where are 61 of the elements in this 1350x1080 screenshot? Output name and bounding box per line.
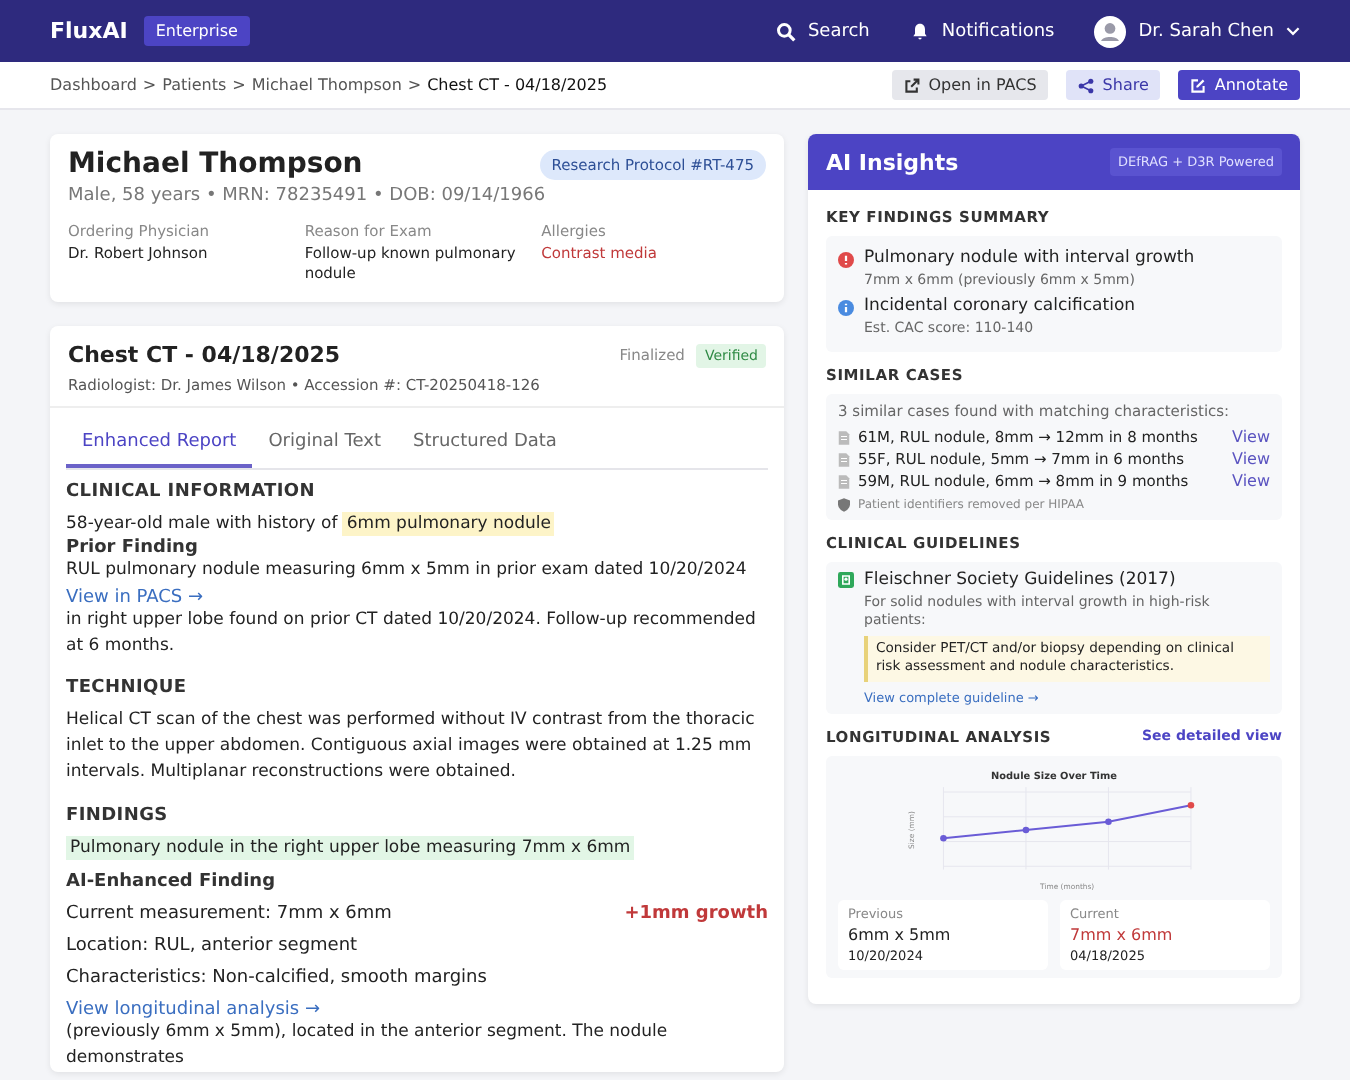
report-tab[interactable]: Original Text [252, 420, 397, 469]
technique-text: Helical CT scan of the chest was performed without IV contrast from the thoracic inlet to the upper abdomen. Contiguous axial images were obtained at 1.25 mm intervals. Multiplanar reconstructions were obtained. [66, 708, 757, 785]
info-icon [838, 300, 854, 316]
chevron-down-icon[interactable] [1286, 26, 1300, 36]
clinical-text: 58-year-old male with history of [66, 514, 338, 535]
view-link[interactable]: View [1232, 450, 1270, 468]
breadcrumb-separator: > [232, 76, 246, 94]
exam-title: Chest CT - 04/18/2025 [68, 342, 341, 369]
avatar-icon[interactable] [1094, 15, 1127, 47]
document-icon [838, 473, 850, 489]
clinical-text: in right upper lobe found on prior CT dated 10/20/2024. Follow-up recommended at 6 months. [66, 607, 758, 659]
patient-demographics: Male, 58 years • MRN: 78235491 • DOB: 09/14/1966 [68, 186, 548, 206]
insights-title: AI Insights [826, 149, 959, 175]
subheading: Prior Finding [66, 538, 200, 558]
share-icon [1078, 77, 1095, 93]
notifications-link[interactable]: Notifications [941, 21, 1055, 41]
breadcrumb-link[interactable]: Patients [162, 76, 227, 94]
document-icon [838, 429, 850, 445]
breadcrumb-separator: > [407, 76, 422, 94]
key-finding-title: Incidental coronary calcification [864, 296, 1136, 316]
measurement-value: 7mm x 6mm [1070, 925, 1175, 944]
longitudinal-analysis-link[interactable]: View longitudinal analysis → [66, 1000, 768, 1021]
subheading: AI-Enhanced Finding [66, 872, 278, 893]
edition-badge: Enterprise [143, 16, 250, 46]
brand-logo[interactable]: FluxAI [50, 18, 128, 44]
findings-text: (previously 6mm x 5mm), located in the anterior segment. The nodule demonstrates [66, 1020, 670, 1072]
growth-label: +1mm growth [624, 904, 768, 925]
prior-finding-text: RUL pulmonary nodule measuring 6mm x 5mm in prior exam dated 10/20/2024 [66, 558, 749, 584]
shield-icon [838, 498, 850, 512]
view-in-pacs-link[interactable]: View in PACS → [66, 587, 768, 608]
breadcrumb-separator: > [142, 76, 157, 94]
breadcrumb-link[interactable]: Dashboard [50, 76, 137, 94]
key-finding-title: Pulmonary nodule with interval growth [864, 248, 1195, 268]
section-heading: FINDINGS [66, 805, 170, 825]
section-heading: CLINICAL INFORMATION [66, 482, 318, 503]
book-icon [838, 572, 854, 588]
action-button[interactable]: Annotate [1178, 70, 1300, 100]
edit-icon [1190, 77, 1207, 93]
external-link-icon [904, 77, 921, 93]
bell-icon[interactable] [909, 21, 930, 41]
section-heading: TECHNIQUE [66, 678, 189, 699]
highlighted-text: Pulmonary nodule in the right upper lobe measuring 7mm x 6mm [66, 835, 635, 859]
user-menu[interactable]: Dr. Sarah Chen [1138, 21, 1274, 41]
document-icon [838, 451, 850, 467]
finding-text: Characteristics: Non-calcified, smooth margins [66, 968, 487, 989]
view-link[interactable]: View [1232, 428, 1270, 446]
finding-text: Location: RUL, anterior segment [66, 936, 358, 957]
finding-text: Current measurement: 7mm x 6mm [66, 904, 392, 925]
guideline-title: Fleischner Society Guidelines (2017) [864, 570, 1176, 590]
patient-name: Michael Thompson [68, 148, 363, 180]
breadcrumb-link[interactable]: Michael Thompson [251, 76, 402, 94]
measurement-value: 6mm x 5mm [848, 925, 953, 944]
search-icon[interactable] [775, 21, 796, 41]
alert-icon [838, 252, 854, 268]
report-tab[interactable]: Structured Data [397, 420, 573, 469]
action-button[interactable]: Share [1066, 70, 1161, 100]
action-button[interactable]: Open in PACS [892, 70, 1049, 100]
report-tab[interactable]: Enhanced Report [66, 420, 253, 469]
highlighted-text: 6mm pulmonary nodule [342, 512, 555, 537]
view-link[interactable]: View [1232, 472, 1270, 490]
search-link[interactable]: Search [807, 21, 870, 41]
